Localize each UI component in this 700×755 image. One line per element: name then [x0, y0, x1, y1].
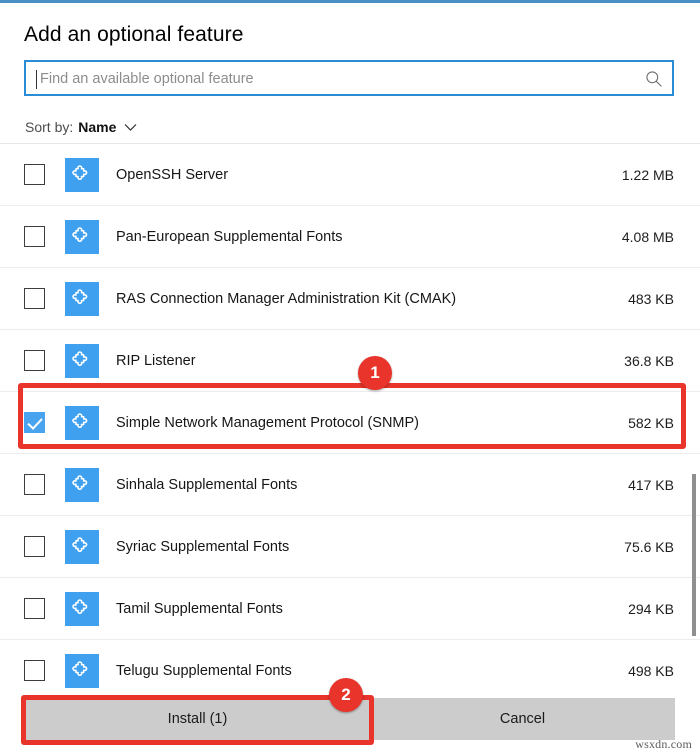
search-icon[interactable] — [645, 70, 663, 88]
search-input[interactable] — [38, 62, 632, 96]
feature-row[interactable]: Telugu Supplemental Fonts498 KB — [0, 640, 700, 692]
puzzle-piece-icon — [65, 592, 99, 626]
watermark: wsxdn.com — [635, 737, 692, 752]
feature-name: RAS Connection Manager Administration Ki… — [116, 291, 628, 307]
search-box[interactable] — [24, 60, 674, 96]
add-optional-feature-dialog: Add an optional feature Sort by: Name Op… — [0, 3, 700, 755]
feature-checkbox[interactable] — [24, 350, 45, 371]
feature-row[interactable]: Simple Network Management Protocol (SNMP… — [0, 392, 700, 454]
list-scrollbar[interactable] — [692, 474, 696, 636]
puzzle-piece-icon — [65, 468, 99, 502]
text-caret — [36, 70, 37, 89]
puzzle-piece-icon — [65, 282, 99, 316]
feature-size: 4.08 MB — [622, 229, 674, 245]
feature-checkbox[interactable] — [24, 226, 45, 247]
feature-row[interactable]: RIP Listener36.8 KB — [0, 330, 700, 392]
feature-checkbox[interactable] — [24, 164, 45, 185]
feature-name: Pan-European Supplemental Fonts — [116, 229, 622, 245]
chevron-down-icon[interactable] — [124, 123, 137, 132]
feature-checkbox[interactable] — [24, 412, 45, 433]
feature-name: Syriac Supplemental Fonts — [116, 539, 624, 555]
feature-name: Sinhala Supplemental Fonts — [116, 477, 628, 493]
feature-name: Telugu Supplemental Fonts — [116, 663, 628, 679]
puzzle-piece-icon — [65, 406, 99, 440]
sort-by-label: Sort by: — [25, 119, 73, 135]
feature-name: OpenSSH Server — [116, 167, 622, 183]
feature-size: 1.22 MB — [622, 167, 674, 183]
feature-size: 294 KB — [628, 601, 674, 617]
feature-name: Simple Network Management Protocol (SNMP… — [116, 415, 628, 431]
page-title: Add an optional feature — [24, 23, 243, 47]
feature-size: 75.6 KB — [624, 539, 674, 555]
feature-name: RIP Listener — [116, 353, 624, 369]
dialog-button-bar: Install (1) Cancel — [0, 698, 700, 740]
feature-row[interactable]: Pan-European Supplemental Fonts4.08 MB — [0, 206, 700, 268]
feature-size: 36.8 KB — [624, 353, 674, 369]
cancel-button[interactable]: Cancel — [370, 698, 675, 740]
puzzle-piece-icon — [65, 344, 99, 378]
feature-row[interactable]: Tamil Supplemental Fonts294 KB — [0, 578, 700, 640]
feature-size: 498 KB — [628, 663, 674, 679]
feature-checkbox[interactable] — [24, 660, 45, 681]
feature-row[interactable]: OpenSSH Server1.22 MB — [0, 144, 700, 206]
feature-checkbox[interactable] — [24, 536, 45, 557]
puzzle-piece-icon — [65, 220, 99, 254]
feature-checkbox[interactable] — [24, 598, 45, 619]
optional-feature-list[interactable]: OpenSSH Server1.22 MBPan-European Supple… — [0, 143, 700, 692]
feature-row[interactable]: Sinhala Supplemental Fonts417 KB — [0, 454, 700, 516]
feature-size: 483 KB — [628, 291, 674, 307]
install-button[interactable]: Install (1) — [25, 698, 370, 740]
feature-row[interactable]: Syriac Supplemental Fonts75.6 KB — [0, 516, 700, 578]
feature-size: 582 KB — [628, 415, 674, 431]
feature-checkbox[interactable] — [24, 288, 45, 309]
puzzle-piece-icon — [65, 530, 99, 564]
feature-size: 417 KB — [628, 477, 674, 493]
feature-checkbox[interactable] — [24, 474, 45, 495]
sort-by-value: Name — [78, 119, 116, 135]
feature-row[interactable]: RAS Connection Manager Administration Ki… — [0, 268, 700, 330]
puzzle-piece-icon — [65, 158, 99, 192]
sort-by-dropdown[interactable]: Sort by: Name — [25, 119, 137, 135]
puzzle-piece-icon — [65, 654, 99, 688]
feature-name: Tamil Supplemental Fonts — [116, 601, 628, 617]
